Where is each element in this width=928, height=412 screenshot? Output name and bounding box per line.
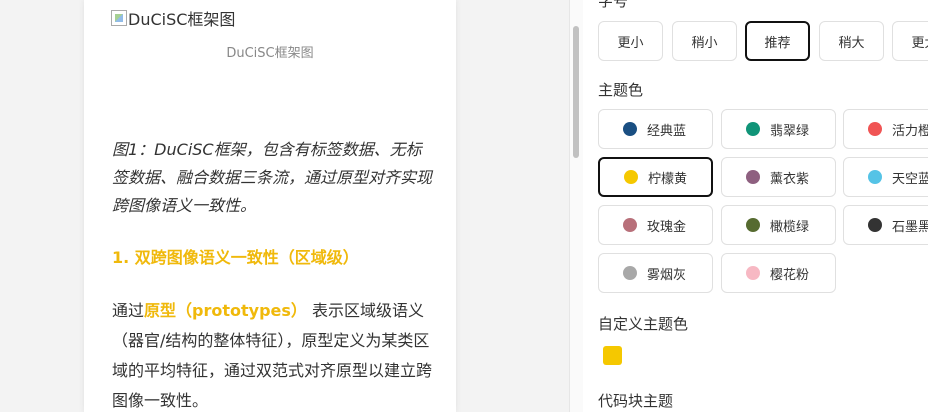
- theme-color-option[interactable]: 天空蓝: [843, 157, 928, 197]
- theme-color-label: 主题色: [598, 81, 644, 99]
- theme-color-name: 柠檬黄: [648, 171, 688, 187]
- font-size-option-label: 更小: [617, 35, 644, 51]
- color-dot-icon: [746, 218, 760, 232]
- theme-color-name: 樱花粉: [770, 267, 810, 283]
- color-dot-icon: [623, 218, 637, 232]
- broken-image: DuCiSC框架图: [111, 6, 235, 30]
- color-dot-icon: [624, 170, 638, 184]
- settings-panel: 字号 更小 稍小 推荐 稍大 更大 主题色 经典蓝 翡翠绿 活力橙 柠檬黄 薰衣…: [583, 0, 928, 412]
- theme-color-option[interactable]: 雾烟灰: [598, 253, 713, 293]
- paragraph: 通过原型（prototypes） 表示区域级语义（器官/结构的整体特征），原型定…: [112, 296, 432, 412]
- figure-description: 图1：DuCiSC框架，包含有标签数据、无标签数据、融合数据三条流，通过原型对齐…: [112, 140, 433, 215]
- theme-color-name: 玫瑰金: [647, 219, 687, 235]
- font-size-large-button[interactable]: 稍大: [819, 21, 884, 61]
- custom-color-swatch[interactable]: [603, 346, 622, 365]
- theme-color-option[interactable]: 经典蓝: [598, 109, 713, 149]
- font-size-option-label: 推荐: [764, 35, 791, 51]
- theme-color-option[interactable]: 石墨黑: [843, 205, 928, 245]
- scrollbar-thumb[interactable]: [573, 26, 579, 158]
- theme-color-option[interactable]: 玫瑰金: [598, 205, 713, 245]
- theme-color-name: 雾烟灰: [647, 267, 687, 283]
- theme-color-option[interactable]: 樱花粉: [721, 253, 836, 293]
- font-size-recommended-button[interactable]: 推荐: [745, 21, 810, 61]
- theme-color-name: 翡翠绿: [770, 123, 810, 139]
- article-card: DuCiSC框架图 DuCiSC框架图 图1：DuCiSC框架，包含有标签数据、…: [84, 0, 456, 412]
- theme-color-option[interactable]: 翡翠绿: [721, 109, 836, 149]
- paragraph-highlight: 原型（prototypes）: [144, 301, 307, 320]
- theme-color-option[interactable]: 活力橙: [843, 109, 928, 149]
- color-dot-icon: [623, 266, 637, 280]
- color-dot-icon: [746, 170, 760, 184]
- font-size-option-label: 稍大: [838, 35, 865, 51]
- theme-color-name: 薰衣紫: [770, 171, 810, 187]
- font-size-option-label: 稍小: [691, 35, 718, 51]
- theme-color-name: 活力橙: [892, 123, 928, 139]
- font-size-larger-button[interactable]: 更大: [892, 21, 928, 61]
- custom-color-label: 自定义主题色: [598, 315, 689, 333]
- font-size-label: 字号: [598, 0, 629, 10]
- image-caption: DuCiSC框架图: [226, 46, 314, 61]
- code-theme-label: 代码块主题: [598, 392, 674, 410]
- color-dot-icon: [868, 170, 882, 184]
- theme-color-option[interactable]: 橄榄绿: [721, 205, 836, 245]
- theme-color-name: 天空蓝: [892, 171, 928, 187]
- color-dot-icon: [746, 122, 760, 136]
- page: DuCiSC框架图 DuCiSC框架图 图1：DuCiSC框架，包含有标签数据、…: [0, 0, 928, 412]
- broken-image-icon: [111, 10, 127, 26]
- paragraph-prefix: 通过: [112, 301, 145, 320]
- color-dot-icon: [868, 122, 882, 136]
- theme-color-option[interactable]: 薰衣紫: [721, 157, 836, 197]
- theme-color-name: 橄榄绿: [770, 219, 810, 235]
- font-size-small-button[interactable]: 稍小: [672, 21, 737, 61]
- section-heading: 1. 双跨图像语义一致性（区域级）: [112, 248, 359, 267]
- theme-color-name: 经典蓝: [647, 123, 687, 139]
- color-dot-icon: [623, 122, 637, 136]
- theme-color-name: 石墨黑: [892, 219, 928, 235]
- color-dot-icon: [746, 266, 760, 280]
- font-size-smaller-button[interactable]: 更小: [598, 21, 663, 61]
- font-size-option-label: 更大: [911, 35, 928, 51]
- theme-color-option-selected[interactable]: 柠檬黄: [598, 157, 713, 197]
- color-dot-icon: [868, 218, 882, 232]
- image-alt-text: DuCiSC框架图: [128, 10, 236, 29]
